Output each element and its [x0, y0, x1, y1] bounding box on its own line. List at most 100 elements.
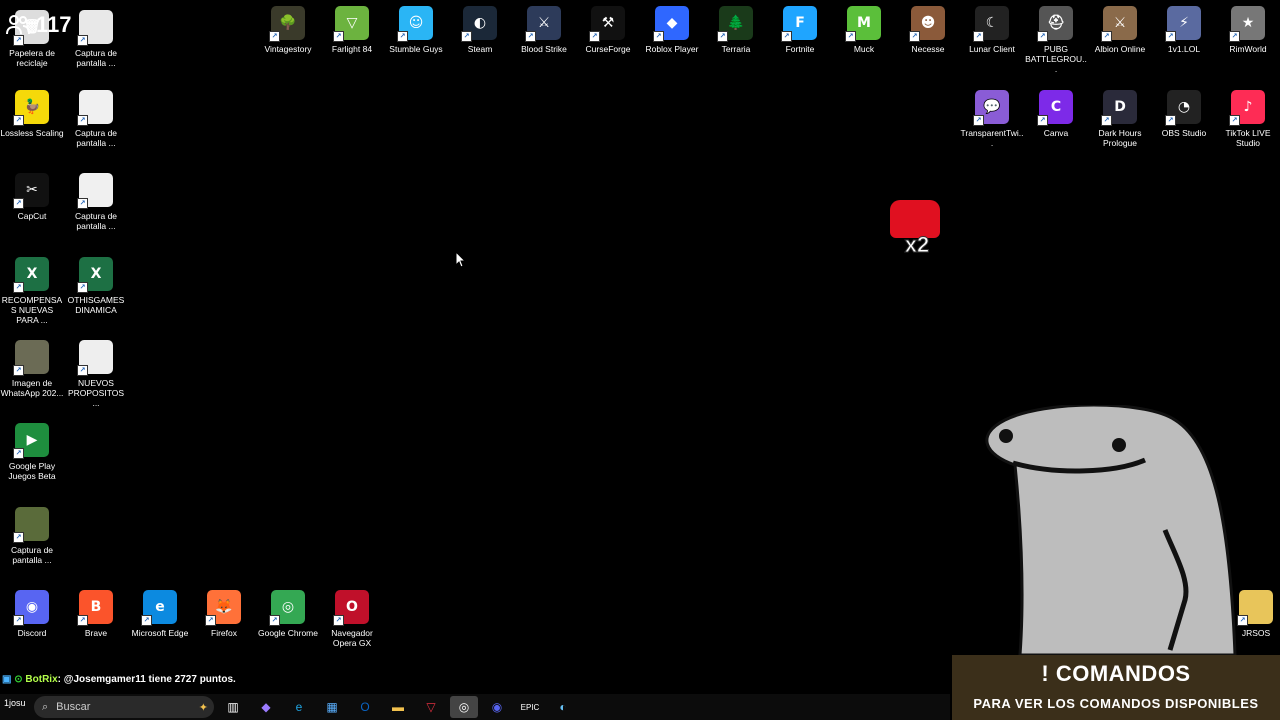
shortcut-arrow-icon: ↗ [1037, 115, 1048, 126]
app-icon: X ↗ [77, 257, 113, 293]
desktop-icon[interactable]: ☻ ↗ Necesse [896, 6, 960, 54]
shortcut-arrow-icon: ↗ [1101, 115, 1112, 126]
desktop-icon[interactable]: ↗ Captura de pantalla ... [64, 90, 128, 148]
desktop-icon-label: Stumble Guys [389, 44, 443, 54]
desktop-icon-label: Farlight 84 [331, 44, 373, 54]
edge-icon[interactable]: e [285, 696, 313, 718]
desktop-icon[interactable]: ◉ ↗ Discord [0, 590, 64, 638]
banner-subtitle: PARA VER LOS COMANDOS DISPONIBLES [973, 696, 1259, 711]
shortcut-arrow-icon: ↗ [333, 615, 344, 626]
desktop-icon[interactable]: 🌳 ↗ Vintagestory [256, 6, 320, 54]
shortcut-arrow-icon: ↗ [333, 31, 344, 42]
desktop-icon-label: Google Play Juegos Beta [8, 461, 56, 481]
shortcut-arrow-icon: ↗ [973, 115, 984, 126]
desktop-icon-label: Firefox [211, 628, 237, 638]
desktop-icon-label: Lunar Client [969, 44, 1015, 54]
outlook-icon[interactable]: O [351, 696, 379, 718]
desktop-icon-label: CurseForge [585, 44, 631, 54]
desktop-icon[interactable]: ☺ ↗ Stumble Guys [384, 6, 448, 54]
desktop-icon[interactable]: ♪ ↗ TikTok LIVE Studio [1216, 90, 1280, 148]
desktop-icon[interactable]: ↗ Captura de pantalla ... [64, 173, 128, 231]
shortcut-arrow-icon: ↗ [77, 35, 88, 46]
desktop-icon[interactable]: O ↗ Navegador Opera GX [320, 590, 384, 648]
shortcut-arrow-icon: ↗ [1101, 31, 1112, 42]
app-icon: ↗ [77, 90, 113, 126]
desktop-icon[interactable]: ◎ ↗ Google Chrome [256, 590, 320, 638]
desktop-icon[interactable]: ↗ Captura de pantalla ... [0, 507, 64, 565]
file-explorer-icon[interactable]: ▬ [384, 696, 412, 718]
shortcut-arrow-icon: ↗ [1165, 115, 1176, 126]
shortcut-arrow-icon: ↗ [205, 615, 216, 626]
discord-icon[interactable]: ◉ [483, 696, 511, 718]
search-placeholder: Buscar [56, 701, 91, 713]
desktop-icon[interactable]: C ↗ Canva [1024, 90, 1088, 138]
app-icon: ◉ ↗ [13, 590, 49, 626]
desktop-icon-label: Microsoft Edge [131, 628, 189, 638]
desktop-icon-label: OTHISGAMES DINAMICA [67, 295, 125, 315]
start-button[interactable]: 1josu [4, 698, 26, 708]
desktop-icon-label: Steam [467, 44, 493, 54]
shortcut-arrow-icon: ↗ [1229, 115, 1240, 126]
desktop-icon-label: Roblox Player [645, 44, 699, 54]
desktop-icon[interactable]: ◆ ↗ Roblox Player [640, 6, 704, 54]
people-icon [6, 14, 30, 36]
desktop-icon-label: Captura de pantalla ... [10, 545, 54, 565]
desktop-icon[interactable]: F ↗ Fortnite [768, 6, 832, 54]
desktop-icon-label: Lossless Scaling [0, 128, 64, 138]
shortcut-arrow-icon: ↗ [77, 365, 88, 376]
shortcut-arrow-icon: ↗ [589, 31, 600, 42]
app-icon: ↗ [13, 340, 49, 376]
desktop-icon[interactable]: M ↗ Muck [832, 6, 896, 54]
desktop-icon[interactable]: ✂ ↗ CapCut [0, 173, 64, 221]
app-active-icon[interactable]: ◎ [450, 696, 478, 718]
desktop-icon[interactable]: ↗ Imagen de WhatsApp 202... [0, 340, 64, 398]
shortcut-arrow-icon: ↗ [1229, 31, 1240, 42]
desktop-icon[interactable]: ◔ ↗ OBS Studio [1152, 90, 1216, 138]
desktop-icon[interactable]: ⚒ ↗ CurseForge [576, 6, 640, 54]
desktop-icon[interactable]: ▽ ↗ Farlight 84 [320, 6, 384, 54]
search-box[interactable]: ⌕ Buscar ✦ [34, 696, 214, 718]
store-icon[interactable]: ▦ [318, 696, 346, 718]
desktop-icon[interactable]: ↗ Captura de pantalla ... [64, 10, 128, 68]
desktop-icon[interactable]: 💬 ↗ TransparentTwi... [960, 90, 1024, 148]
desktop-icon[interactable]: X ↗ RECOMPENSAS NUEVAS PARA ... [0, 257, 64, 325]
desktop-icon[interactable]: B ↗ Brave [64, 590, 128, 638]
shortcut-arrow-icon: ↗ [1165, 31, 1176, 42]
desktop-icon[interactable]: ⚔ ↗ Blood Strike [512, 6, 576, 54]
shortcut-arrow-icon: ↗ [13, 448, 24, 459]
app-icon: ◎ ↗ [269, 590, 305, 626]
desktop-icon[interactable]: ⚡ ↗ 1v1.LOL [1152, 6, 1216, 54]
app-icon: ◐ ↗ [461, 6, 497, 42]
desktop-icon[interactable]: ↗ NUEVOS PROPOSITOS ... [64, 340, 128, 408]
app-icon: ↗ [13, 507, 49, 543]
search-icon: ⌕ [42, 700, 49, 713]
shortcut-arrow-icon: ↗ [461, 31, 472, 42]
desktop-icon[interactable]: ⚔ ↗ Albion Online [1088, 6, 1152, 54]
desktop-icon[interactable]: ☾ ↗ Lunar Client [960, 6, 1024, 54]
app-icon: ↗ [77, 173, 113, 209]
commands-banner: ! COMANDOS PARA VER LOS COMANDOS DISPONI… [952, 655, 1280, 720]
task-view-icon[interactable]: ▥ [219, 696, 247, 718]
epic-games-icon[interactable]: EPIC [516, 696, 544, 718]
shortcut-arrow-icon: ↗ [909, 31, 920, 42]
app-icon: D ↗ [1101, 90, 1137, 126]
desktop-icon[interactable]: 🌲 ↗ Terraria [704, 6, 768, 54]
desktop-icon[interactable]: D ↗ Dark Hours Prologue [1088, 90, 1152, 148]
shortcut-arrow-icon: ↗ [13, 115, 24, 126]
desktop-icon[interactable]: ▶ ↗ Google Play Juegos Beta [0, 423, 64, 481]
steam-icon[interactable]: ◐ [549, 696, 577, 718]
desktop-icon[interactable]: ◐ ↗ Steam [448, 6, 512, 54]
app-icon: 🦊 ↗ [205, 590, 241, 626]
desktop-icon[interactable]: 🦆 ↗ Lossless Scaling [0, 90, 64, 138]
chat-status-icon: ⊙ [14, 674, 23, 685]
app-icon[interactable]: ▽ [417, 696, 445, 718]
desktop-icon-label: TransparentTwi... [960, 128, 1024, 148]
desktop-icon[interactable]: ★ ↗ RimWorld [1216, 6, 1280, 54]
desktop-icon-label: Fortnite [785, 44, 815, 54]
desktop-icon[interactable]: 🦊 ↗ Firefox [192, 590, 256, 638]
copilot-icon[interactable]: ◆ [252, 696, 280, 718]
desktop-icon[interactable]: X ↗ OTHISGAMES DINAMICA [64, 257, 128, 315]
shortcut-arrow-icon: ↗ [77, 282, 88, 293]
desktop-icon[interactable]: e ↗ Microsoft Edge [128, 590, 192, 638]
desktop-icon[interactable]: ⛑ ↗ PUBG BATTLEGROU... [1024, 6, 1088, 74]
